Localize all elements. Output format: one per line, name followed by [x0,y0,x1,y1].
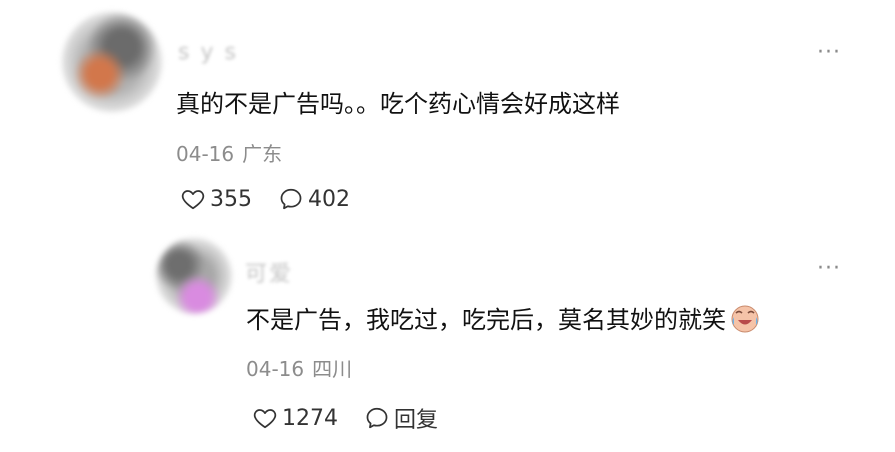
username[interactable]: s y s [178,40,238,65]
comment-meta: 04-16 广东 [176,138,282,167]
comment-text-content: 不是广告，我吃过，吃完后，莫名其妙的就笑 [246,306,726,334]
avatar[interactable] [156,238,232,314]
comment-actions: 355 402 [180,186,350,212]
reply-button[interactable]: 402 [278,186,350,212]
heart-outline-icon [253,409,277,429]
more-options-icon[interactable]: ··· [817,42,841,64]
speech-bubble-outline-icon [366,407,388,429]
comment-date: 04-16 [176,142,235,166]
speech-bubble-outline-icon [280,188,302,210]
like-count: 355 [210,186,252,212]
reply-count: 402 [308,186,350,212]
avatar[interactable] [62,12,162,112]
reply-button[interactable]: 回复 [364,402,438,434]
more-options-icon[interactable]: ··· [817,258,841,280]
like-button[interactable]: 1274 [252,405,338,431]
laughing-with-tears-emoji-icon [728,301,762,335]
heart-outline-icon [181,190,205,210]
comment-text: 不是广告，我吃过，吃完后，莫名其妙的就笑 [246,300,762,335]
comment-date: 04-16 [246,357,305,381]
reply-label: 回复 [394,408,439,433]
comment-meta: 04-16 四川 [246,353,352,382]
like-count: 1274 [282,405,338,431]
comment-text: 真的不是广告吗。。吃个药心情会好成这样 [176,90,620,118]
comment-actions: 1274 回复 [252,402,438,434]
username[interactable]: 可爱 [245,256,293,288]
like-button[interactable]: 355 [180,186,252,212]
comment-location: 四川 [312,357,353,381]
comment-location: 广东 [242,142,283,166]
